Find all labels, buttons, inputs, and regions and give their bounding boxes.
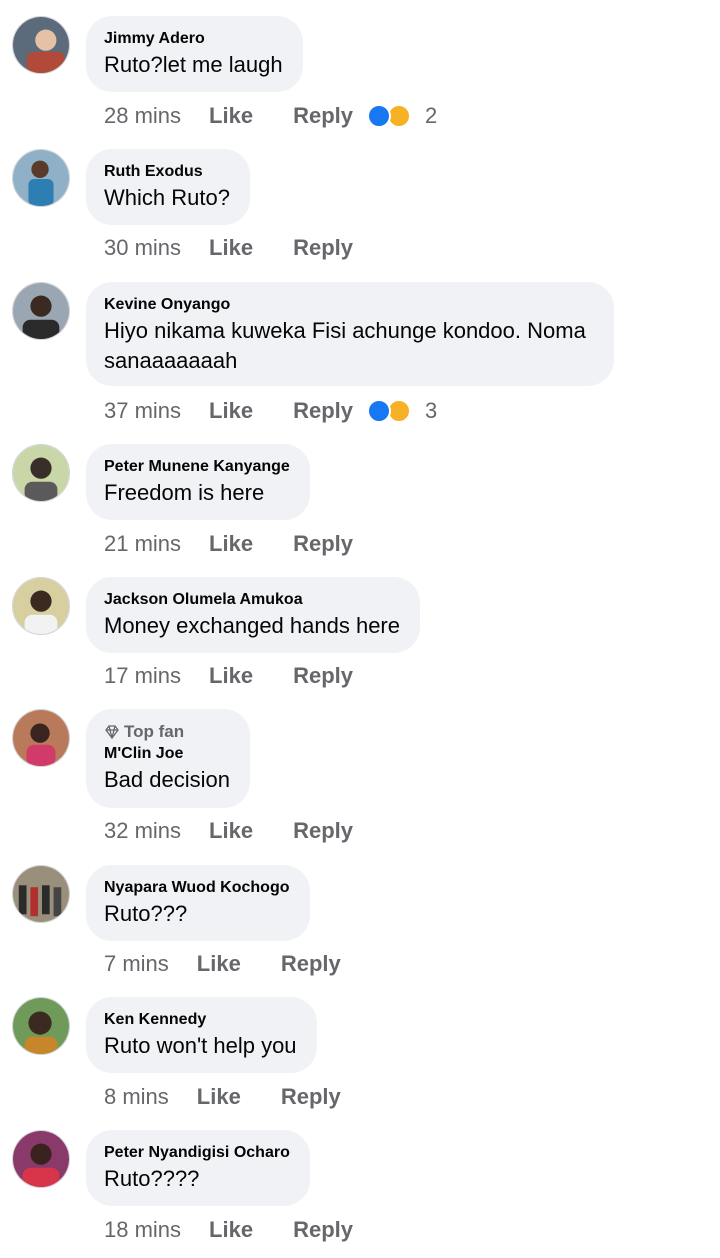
avatar[interactable]: [12, 865, 70, 923]
like-reaction-icon: [367, 104, 391, 128]
author-name[interactable]: Jackson Olumela Amukoa: [104, 589, 400, 611]
author-name[interactable]: M'Clin Joe: [104, 743, 230, 765]
comment-text: Freedom is here: [104, 480, 265, 505]
avatar-image: [13, 17, 69, 73]
avatar-image: [13, 578, 69, 634]
avatar-image: [13, 866, 69, 922]
comment-bubble: Nyapara Wuod Kochogo Ruto???: [86, 865, 310, 941]
timestamp[interactable]: 28 mins: [104, 103, 181, 129]
badge-label: Top fan: [124, 722, 185, 741]
avatar-image: [13, 150, 69, 206]
comment-actions: 8 mins Like Reply: [104, 1082, 341, 1112]
avatar[interactable]: [12, 1130, 70, 1188]
reply-button[interactable]: Reply: [293, 398, 353, 424]
avatar[interactable]: [12, 577, 70, 635]
author-name[interactable]: Kevine Onyango: [104, 294, 594, 316]
avatar[interactable]: [12, 149, 70, 207]
like-button[interactable]: Like: [209, 103, 253, 129]
comment-actions: 18 mins Like Reply: [104, 1215, 353, 1245]
timestamp[interactable]: 7 mins: [104, 951, 169, 977]
comment-text: Hiyo nikama kuweka Fisi achunge kondoo. …: [104, 318, 586, 373]
comment-bubble: Ruth Exodus Which Ruto?: [86, 149, 250, 225]
comment-actions: 7 mins Like Reply: [104, 949, 341, 979]
timestamp[interactable]: 17 mins: [104, 663, 181, 689]
comment-bubble: Top fan M'Clin Joe Bad decision: [86, 709, 250, 808]
reply-button[interactable]: Reply: [293, 235, 353, 261]
comment-text: Money exchanged hands here: [104, 613, 400, 638]
reply-button[interactable]: Reply: [293, 818, 353, 844]
reactions-summary[interactable]: 2: [367, 103, 437, 129]
timestamp[interactable]: 21 mins: [104, 531, 181, 557]
like-button[interactable]: Like: [209, 818, 253, 844]
avatar-image: [13, 445, 69, 501]
author-name[interactable]: Peter Munene Kanyange: [104, 456, 290, 478]
avatar-image: [13, 998, 69, 1054]
timestamp[interactable]: 37 mins: [104, 398, 181, 424]
reply-button[interactable]: Reply: [293, 531, 353, 557]
comment-text: Bad decision: [104, 767, 230, 792]
author-name[interactable]: Peter Nyandigisi Ocharo: [104, 1142, 290, 1164]
timestamp[interactable]: 30 mins: [104, 235, 181, 261]
avatar[interactable]: [12, 444, 70, 502]
reply-button[interactable]: Reply: [293, 663, 353, 689]
reactions-summary[interactable]: 3: [367, 398, 437, 424]
avatar-image: [13, 283, 69, 339]
avatar[interactable]: [12, 16, 70, 74]
timestamp[interactable]: 32 mins: [104, 818, 181, 844]
comment-text: Ruto????: [104, 1166, 200, 1191]
like-button[interactable]: Like: [209, 398, 253, 424]
reply-button[interactable]: Reply: [281, 1084, 341, 1110]
top-fan-badge: Top fan: [104, 721, 230, 743]
like-button[interactable]: Like: [209, 235, 253, 261]
comment-actions: 30 mins Like Reply: [104, 233, 353, 263]
author-name[interactable]: Ken Kennedy: [104, 1009, 297, 1031]
comment-bubble: Jimmy Adero Ruto?let me laugh: [86, 16, 303, 92]
author-name[interactable]: Jimmy Adero: [104, 28, 283, 50]
comment-bubble: Peter Munene Kanyange Freedom is here: [86, 444, 310, 520]
timestamp[interactable]: 18 mins: [104, 1217, 181, 1243]
comment-bubble: Peter Nyandigisi Ocharo Ruto????: [86, 1130, 310, 1206]
comment-text: Ruto???: [104, 901, 188, 926]
reply-button[interactable]: Reply: [293, 1217, 353, 1243]
avatar-image: [13, 710, 69, 766]
reaction-count: 2: [425, 103, 438, 128]
like-button[interactable]: Like: [197, 1084, 241, 1110]
author-name[interactable]: Nyapara Wuod Kochogo: [104, 877, 290, 899]
avatar[interactable]: [12, 709, 70, 767]
comment-text: Which Ruto?: [104, 185, 230, 210]
comment-actions: 17 mins Like Reply: [104, 661, 353, 691]
comment-actions: 37 mins Like Reply 3: [104, 396, 437, 426]
avatar[interactable]: [12, 997, 70, 1055]
comment-text: Ruto won't help you: [104, 1033, 297, 1058]
like-button[interactable]: Like: [209, 663, 253, 689]
like-reaction-icon: [367, 399, 391, 423]
avatar-image: [13, 1131, 69, 1187]
timestamp[interactable]: 8 mins: [104, 1084, 169, 1110]
comment-actions: 28 mins Like Reply 2: [104, 101, 437, 131]
comment-actions: 32 mins Like Reply: [104, 816, 353, 846]
diamond-icon: [105, 725, 119, 740]
comment-bubble: Jackson Olumela Amukoa Money exchanged h…: [86, 577, 420, 653]
author-name[interactable]: Ruth Exodus: [104, 161, 230, 183]
like-button[interactable]: Like: [197, 951, 241, 977]
reply-button[interactable]: Reply: [281, 951, 341, 977]
like-button[interactable]: Like: [209, 1217, 253, 1243]
comment-bubble: Ken Kennedy Ruto won't help you: [86, 997, 317, 1073]
reply-button[interactable]: Reply: [293, 103, 353, 129]
comment-text: Ruto?let me laugh: [104, 52, 283, 77]
comment-bubble: Kevine Onyango Hiyo nikama kuweka Fisi a…: [86, 282, 614, 386]
avatar[interactable]: [12, 282, 70, 340]
reaction-count: 3: [425, 398, 438, 423]
comment-actions: 21 mins Like Reply: [104, 529, 353, 559]
like-button[interactable]: Like: [209, 531, 253, 557]
